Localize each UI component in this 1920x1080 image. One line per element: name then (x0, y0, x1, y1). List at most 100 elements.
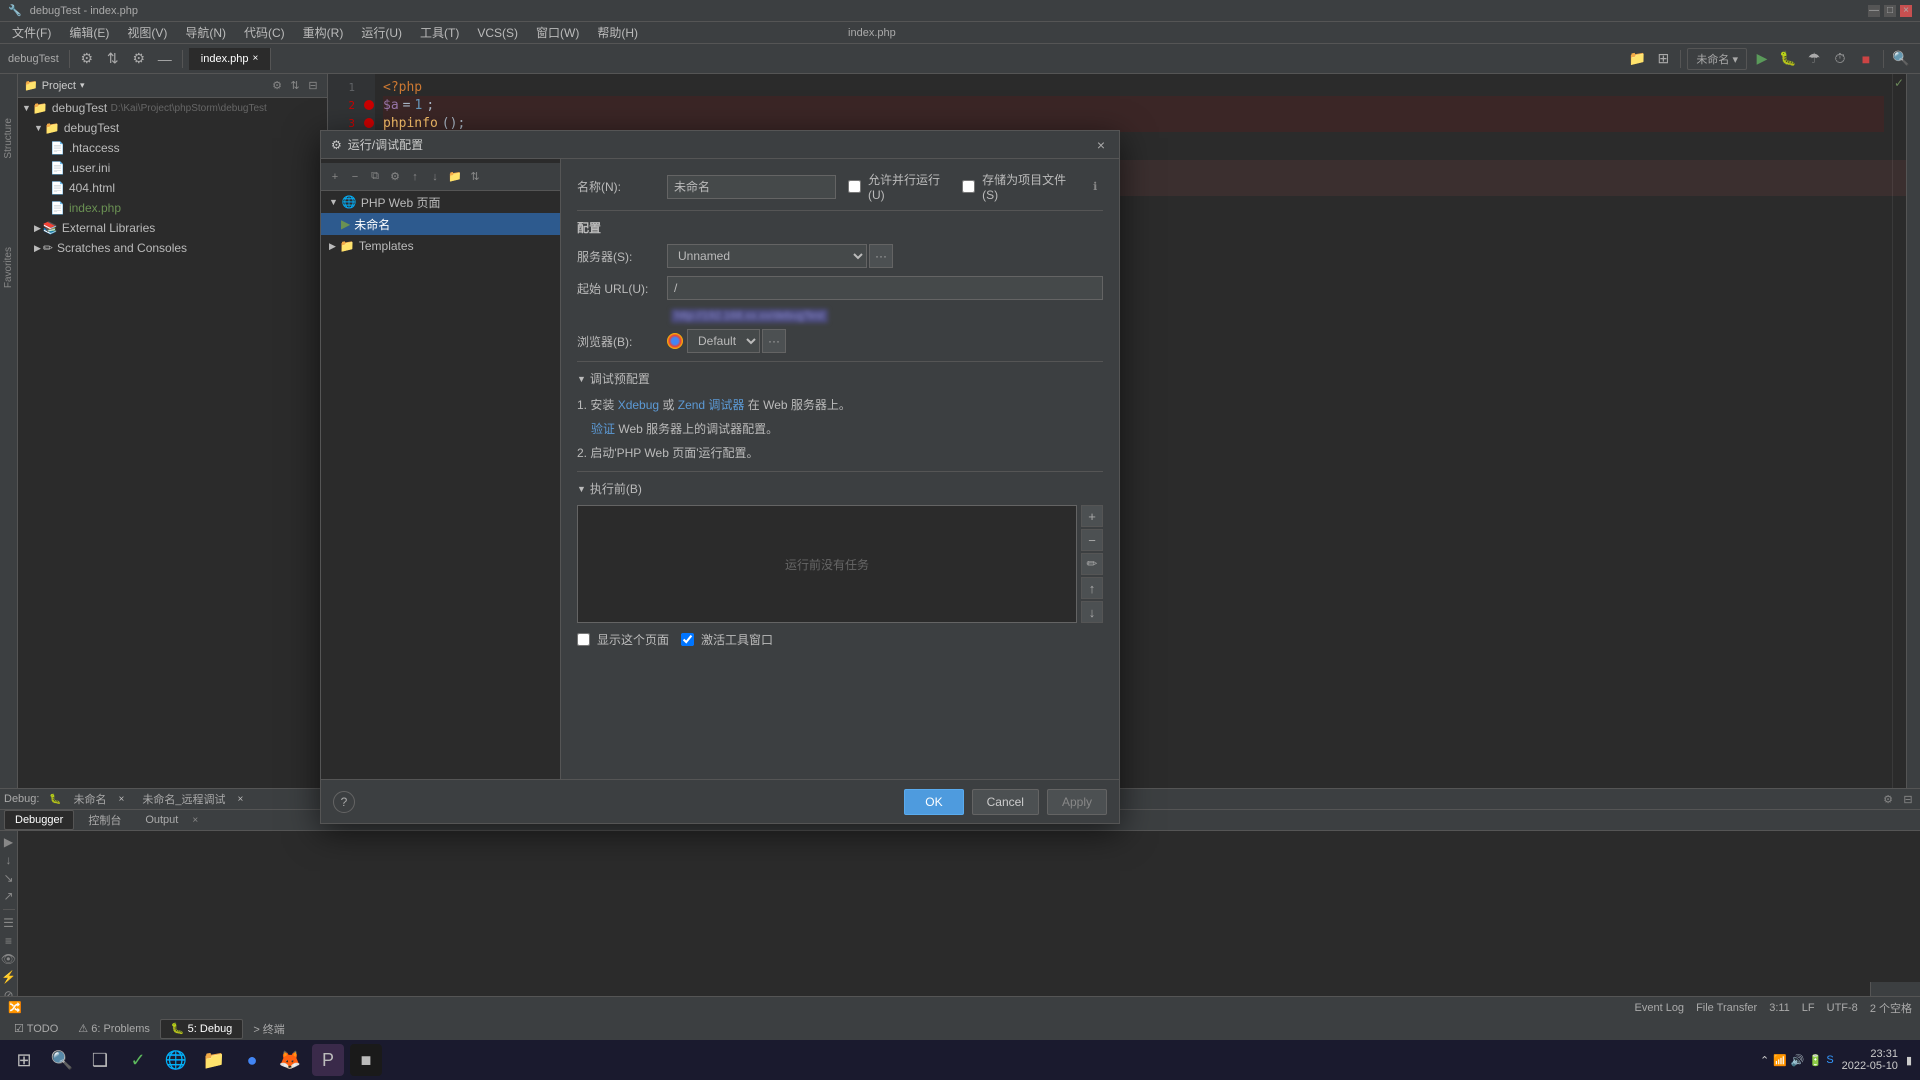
debug-config-header[interactable]: ▼ 调试预配置 (577, 370, 1103, 387)
show-page-checkbox[interactable] (577, 633, 590, 646)
menu-refactor[interactable]: 重构(R) (295, 22, 352, 43)
tab-terminal[interactable]: > 终端 (243, 1019, 294, 1039)
task-view[interactable]: ❑ (84, 1044, 116, 1076)
start-button[interactable]: ⊞ (8, 1044, 40, 1076)
profile-button[interactable]: ⏱ (1829, 48, 1851, 70)
event-log-link[interactable]: Event Log (1635, 1002, 1685, 1014)
debug-tab-unnamed[interactable]: 未命名 (63, 789, 116, 809)
open-file-tab[interactable]: index.php (848, 27, 896, 39)
structure-label[interactable]: Structure (3, 118, 14, 159)
debug-layout-icon[interactable]: ⊟ (1900, 791, 1916, 807)
close-output-tab[interactable]: × (192, 815, 198, 826)
menu-navigate[interactable]: 导航(N) (177, 22, 234, 43)
help-button[interactable]: ? (333, 791, 355, 813)
menu-window[interactable]: 窗口(W) (528, 22, 587, 43)
debug-button[interactable]: 🐛 (1777, 48, 1799, 70)
run-button[interactable]: ▶ (1751, 48, 1773, 70)
tree-settings-button[interactable]: ⚙ (387, 169, 403, 185)
tab-problems[interactable]: ⚠ 6: Problems (68, 1019, 160, 1039)
tab-todo[interactable]: ☑ TODO (4, 1019, 68, 1039)
settings-button[interactable]: ⚙ (76, 48, 98, 70)
save-to-project-check[interactable]: 存储为项目文件(S) (962, 171, 1079, 202)
taskbar-app-firefox[interactable]: 🦊 (274, 1044, 306, 1076)
tree-root[interactable]: ▼ 📁 debugTest D:\Kai\Project\phpStorm\de… (18, 98, 327, 118)
resume-button[interactable]: ▶ (2, 835, 16, 849)
stop-button[interactable]: ■ (1855, 48, 1877, 70)
layout-icon[interactable]: ⊞ (1652, 48, 1674, 70)
tray-arrow[interactable]: ⌃ (1760, 1054, 1769, 1067)
taskbar-app-files[interactable]: 📁 (198, 1044, 230, 1076)
menu-run[interactable]: 运行(U) (353, 22, 410, 43)
variables-button[interactable]: ≡ (2, 934, 16, 948)
tab-debug[interactable]: 🐛 5: Debug (160, 1019, 243, 1039)
tree-scratches[interactable]: ▶ ✏ Scratches and Consoles (18, 238, 327, 258)
menu-code[interactable]: 代码(C) (236, 22, 293, 43)
editor-tab-index[interactable]: index.php × (189, 48, 272, 70)
tree-userini[interactable]: 📄 .user.ini (18, 158, 327, 178)
name-input[interactable] (667, 175, 836, 199)
browser-select[interactable]: Default (687, 329, 760, 353)
tray-volume[interactable]: 🔊 (1791, 1054, 1805, 1067)
allow-parallel-check[interactable]: 允许并行运行(U) (848, 171, 954, 202)
url-input[interactable] (667, 276, 1103, 300)
maximize-button[interactable]: □ (1884, 5, 1896, 17)
panel-gear-icon[interactable]: ⚙ (269, 78, 285, 94)
file-transfer-link[interactable]: File Transfer (1696, 1002, 1757, 1014)
project-dropdown-icon[interactable]: ▾ (80, 80, 85, 91)
show-desktop[interactable]: ▮ (1906, 1054, 1912, 1067)
tree-folder-button[interactable]: 📁 (447, 169, 463, 185)
tab-close-icon[interactable]: × (252, 53, 258, 64)
verify-link[interactable]: 验证 (591, 422, 615, 436)
taskbar-app-phpstorm[interactable]: P (312, 1044, 344, 1076)
before-launch-up[interactable]: ↑ (1081, 577, 1103, 599)
taskbar-app-ie[interactable]: 🌐 (160, 1044, 192, 1076)
taskbar-app-terminal[interactable]: ■ (350, 1044, 382, 1076)
before-launch-edit[interactable]: ✏ (1081, 553, 1103, 575)
coverage-button[interactable]: ☂ (1803, 48, 1825, 70)
folder-icon[interactable]: 📁 (1626, 48, 1648, 70)
evaluate-button[interactable]: ⚡ (2, 970, 16, 984)
search-everywhere-button[interactable]: 🔍 (1890, 48, 1912, 70)
subtab-console[interactable]: 控制台 (78, 810, 131, 830)
browser-more-button[interactable]: ··· (762, 329, 786, 353)
tree-remove-button[interactable]: − (347, 169, 363, 185)
debug-settings-icon[interactable]: ⚙ (1880, 791, 1896, 807)
config-button[interactable]: ⚙ (128, 48, 150, 70)
menu-vcs[interactable]: VCS(S) (469, 24, 526, 42)
tree-up-button[interactable]: ↑ (407, 169, 423, 185)
step-into-button[interactable]: ↘ (2, 871, 16, 885)
minimize-button[interactable]: — (1868, 5, 1880, 17)
menu-edit[interactable]: 编辑(E) (61, 22, 117, 43)
close-unnamed-tab[interactable]: × (118, 794, 124, 805)
tree-unnamed-config[interactable]: ▶ 未命名 (321, 213, 560, 235)
zend-link[interactable]: Zend 调试器 (678, 398, 745, 412)
tree-external[interactable]: ▶ 📚 External Libraries (18, 218, 327, 238)
menu-help[interactable]: 帮助(H) (589, 22, 646, 43)
apply-button[interactable]: Apply (1047, 789, 1107, 815)
tree-htaccess[interactable]: 📄 .htaccess (18, 138, 327, 158)
server-select[interactable]: Unnamed (667, 244, 867, 268)
allow-parallel-checkbox[interactable] (848, 180, 861, 193)
activate-window-checkbox[interactable] (681, 633, 694, 646)
menu-file[interactable]: 文件(F) (4, 22, 59, 43)
save-info-icon[interactable]: ℹ (1087, 179, 1103, 195)
before-launch-remove[interactable]: − (1081, 529, 1103, 551)
before-launch-down[interactable]: ↓ (1081, 601, 1103, 623)
ok-button[interactable]: OK (904, 789, 963, 815)
close-remote-tab[interactable]: × (237, 794, 243, 805)
before-launch-header[interactable]: ▼ 执行前(B) (577, 480, 1103, 497)
tree-templates[interactable]: ▶ 📁 Templates (321, 235, 560, 257)
tree-404[interactable]: 📄 404.html (18, 178, 327, 198)
tree-php-web-pages[interactable]: ▼ 🌐 PHP Web 页面 (321, 191, 560, 213)
tree-debugtest[interactable]: ▼ 📁 debugTest (18, 118, 327, 138)
step-over-button[interactable]: ↓ (2, 853, 16, 867)
subtab-output[interactable]: Output (135, 810, 188, 830)
cancel-button[interactable]: Cancel (972, 789, 1039, 815)
tree-down-button[interactable]: ↓ (427, 169, 443, 185)
menu-tools[interactable]: 工具(T) (412, 22, 467, 43)
watches-button[interactable]: 👁 (2, 952, 16, 966)
step-out-button[interactable]: ↗ (2, 889, 16, 903)
tree-copy-button[interactable]: ⧉ (367, 169, 383, 185)
frames-button[interactable]: ☰ (2, 916, 16, 930)
before-launch-add[interactable]: + (1081, 505, 1103, 527)
